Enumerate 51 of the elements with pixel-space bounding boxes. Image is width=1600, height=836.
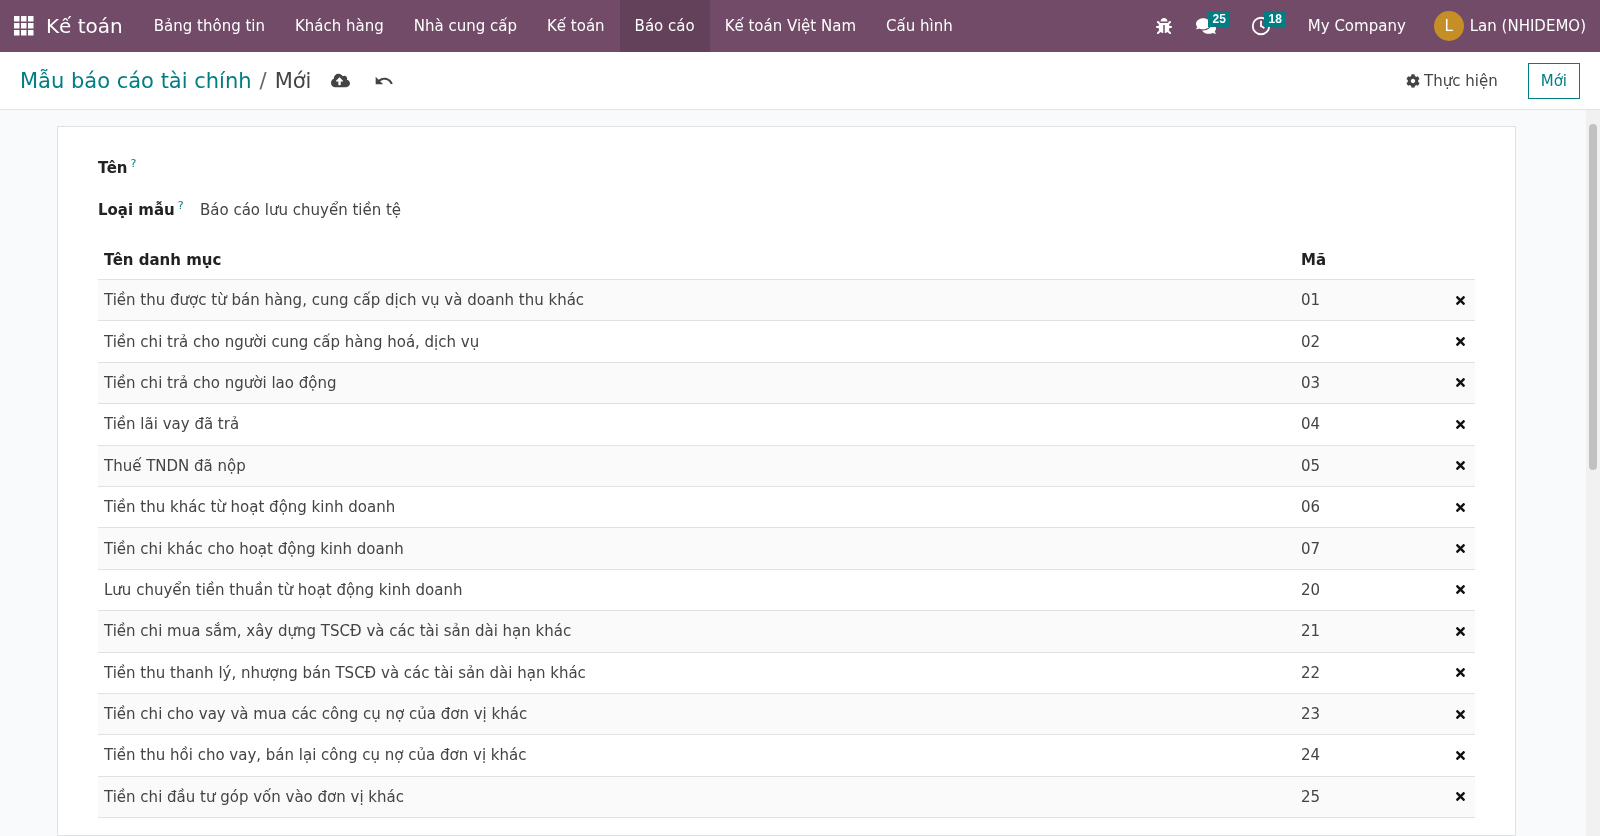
activities-count: 18	[1264, 11, 1286, 27]
table-cell: Tiền thu khác từ hoạt động kinh doanh	[98, 486, 1295, 528]
column-header: Tên danh mục	[98, 241, 1295, 280]
table-cell: Tiền thu thanh lý, nhượng bán TSCĐ và các tài sản dài hạn khác	[98, 652, 1295, 694]
user-menu[interactable]: L Lan (NHIDEMO)	[1421, 11, 1590, 41]
menu-item[interactable]: Khách hàng	[280, 0, 399, 52]
table-cell: Tiền thu hồi cho vay, bán lại công cụ nợ của đơn vị khác	[98, 734, 1295, 777]
table-cell: Tiền thu được từ bán hàng, cung cấp dịch vụ và doanh thu khác	[98, 279, 1295, 321]
table-cell: 04	[1295, 403, 1445, 446]
field-label: Tên $^{?}$	[98, 157, 138, 177]
table-cell: 02	[1295, 320, 1445, 363]
breadcrumb-separator: /	[259, 68, 267, 93]
user-avatar: L	[1433, 11, 1464, 41]
table-cell: 25	[1295, 776, 1445, 818]
menu-item[interactable]: Kế toán Việt Nam	[709, 0, 871, 52]
table-cell: 05	[1295, 445, 1445, 487]
menu-item[interactable]: Cấu hình	[871, 0, 968, 52]
table-cell: 23	[1295, 693, 1445, 735]
field-value[interactable]: Báo cáo lưu chuyển tiền tệ	[200, 201, 402, 219]
table-cell: Tiền chi mua sắm, xây dựng TSCĐ và các tài sản dài hạn khác	[98, 610, 1295, 652]
messages-count: 25	[1208, 11, 1230, 27]
table-cell: Tiền chi cho vay và mua các công cụ nợ của đơn vị khác	[98, 693, 1295, 735]
gear-icon	[1406, 73, 1421, 88]
table-cell: 22	[1295, 652, 1445, 694]
new-button[interactable]: Mới	[1527, 62, 1580, 99]
table-cell: Tiền lãi vay đã trả	[98, 403, 1295, 446]
scrollbar[interactable]	[1586, 110, 1600, 836]
column-header: Mã	[1295, 241, 1445, 280]
table-cell: Lưu chuyển tiền thuần từ hoạt động kinh doanh	[98, 569, 1295, 611]
table-cell: 20	[1295, 569, 1445, 611]
menu-item[interactable]: Kế toán	[532, 0, 620, 52]
table-cell: 21	[1295, 610, 1445, 652]
company-name[interactable]: My Company	[1295, 17, 1418, 35]
breadcrumb-current: Mới	[274, 68, 312, 93]
menu-item[interactable]: Báo cáo	[619, 0, 710, 52]
menu-item[interactable]: Nhà cung cấp	[398, 0, 532, 52]
menu-item[interactable]: Bảng thông tin	[138, 0, 280, 52]
field-label: Loại mẫu $^{?}$	[98, 199, 185, 219]
table-cell: Thuế TNDN đã nộp	[98, 445, 1295, 487]
table-cell: Tiền chi đầu tư góp vốn vào đơn vị khác	[98, 776, 1295, 818]
breadcrumb-link[interactable]: Mẫu báo cáo tài chính	[20, 68, 252, 93]
table-cell: 07	[1295, 527, 1445, 570]
table-cell: Tiền chi trả cho người lao động	[98, 362, 1295, 404]
app-name: Kế toán	[46, 14, 123, 38]
table-cell: 24	[1295, 734, 1445, 777]
table-cell: 01	[1295, 279, 1445, 321]
table-cell: Tiền chi trả cho người cung cấp hàng hoá, dịch vụ	[98, 320, 1295, 363]
table-cell: 03	[1295, 362, 1445, 404]
table-cell: 06	[1295, 486, 1445, 528]
action-button[interactable]: Thực hiện	[1396, 65, 1508, 96]
table-cell: Tiền chi khác cho hoạt động kinh doanh	[98, 527, 1295, 570]
